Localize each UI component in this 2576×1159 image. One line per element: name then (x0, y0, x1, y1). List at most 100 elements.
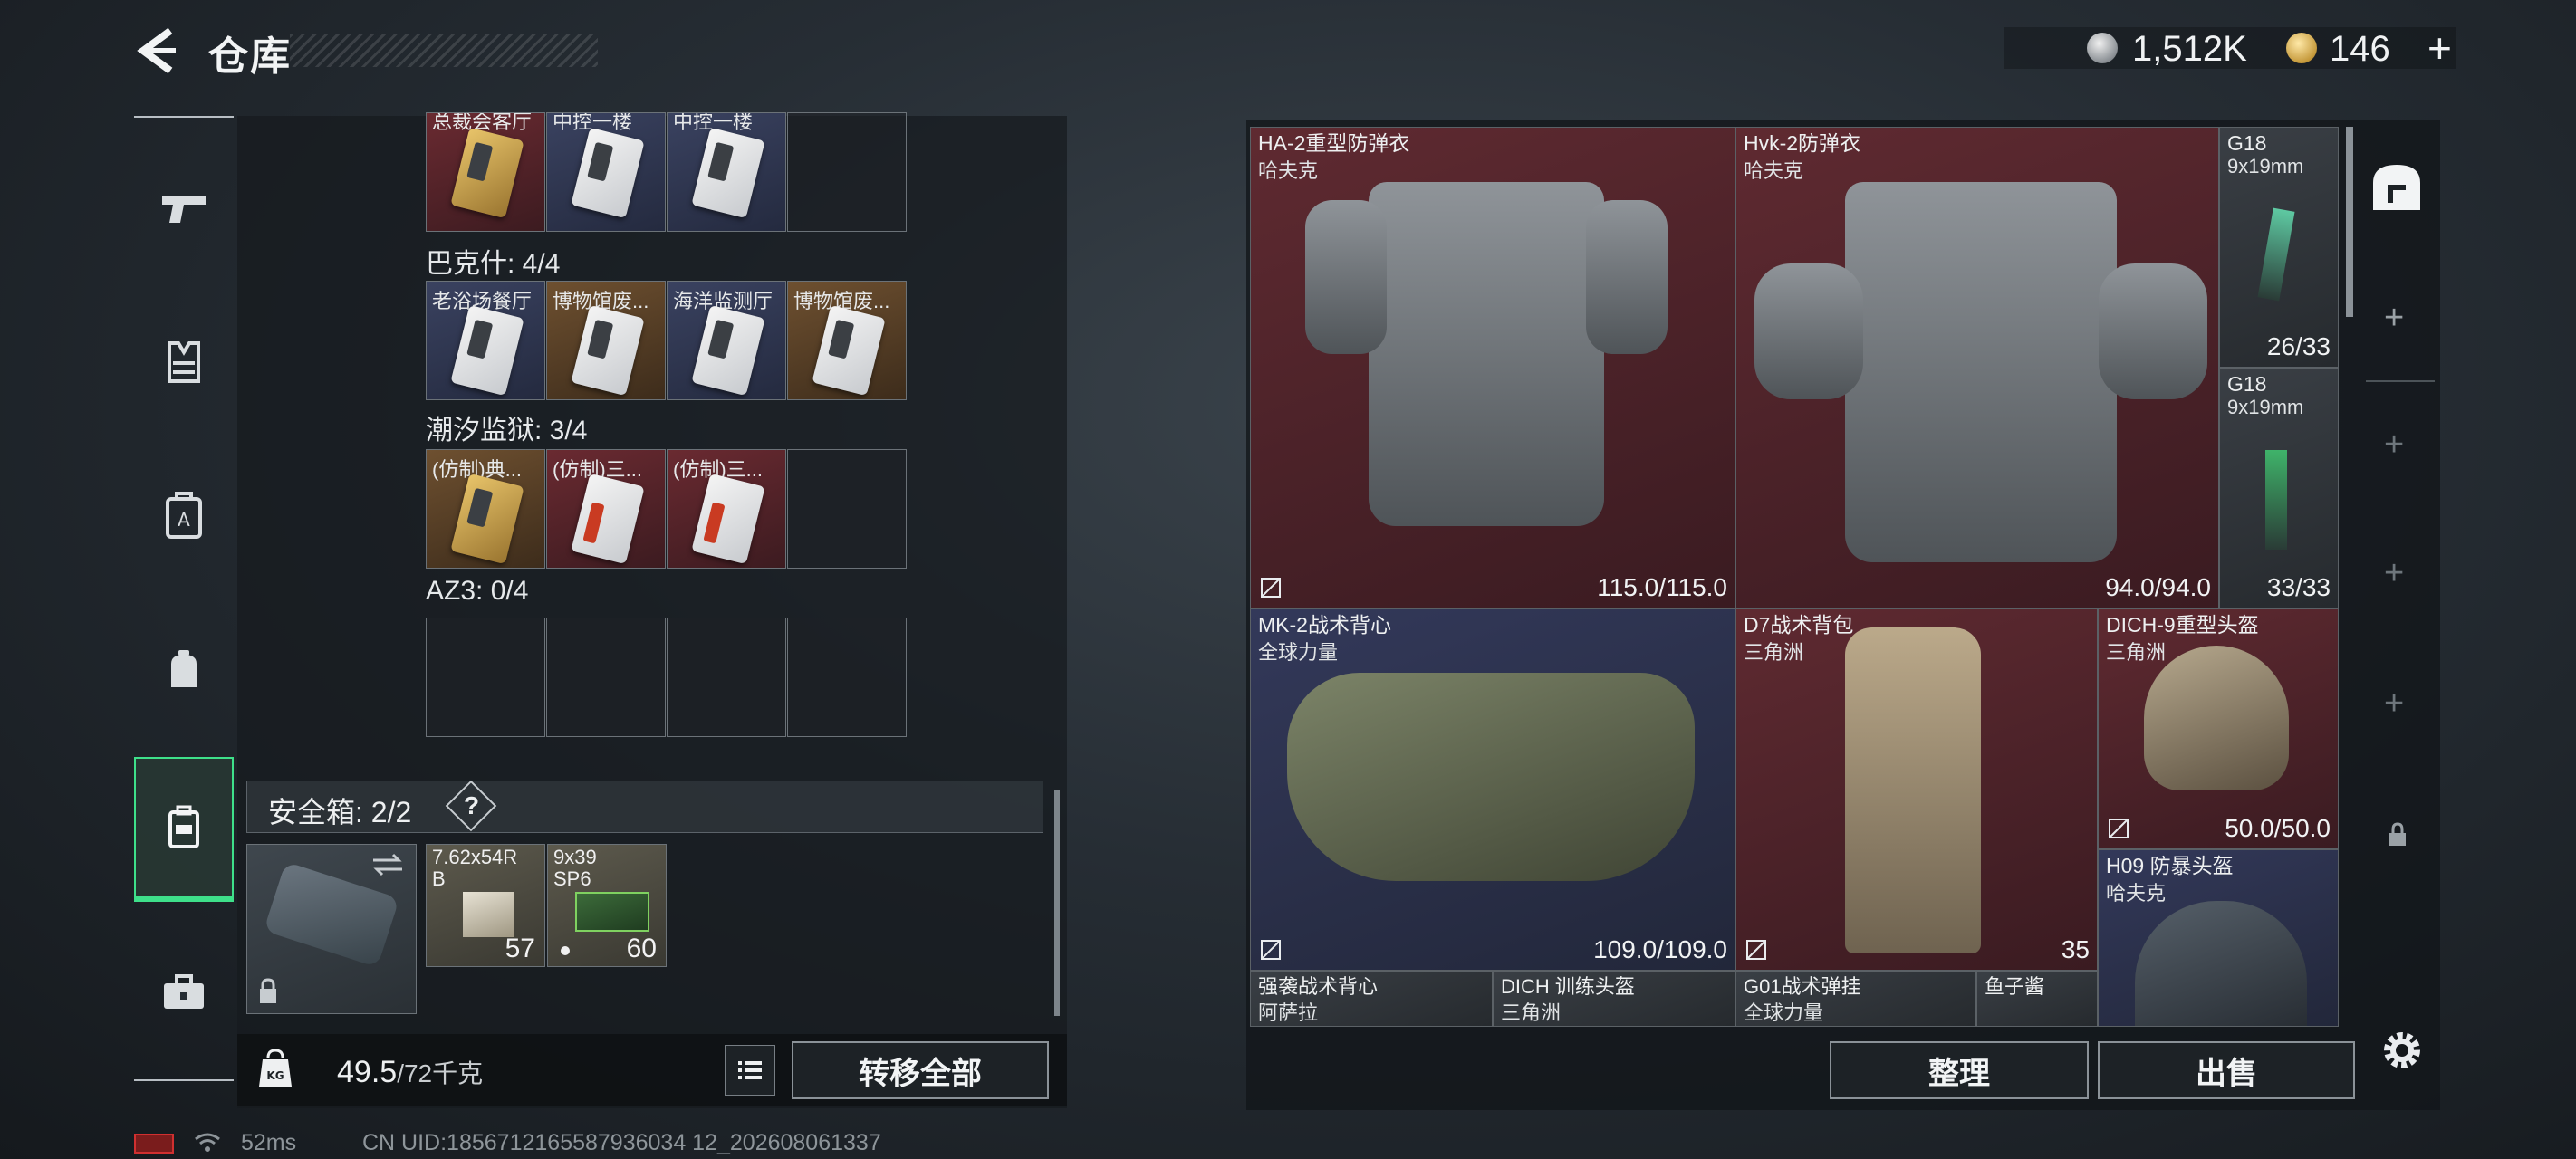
sort-button[interactable]: 整理 (1830, 1041, 2089, 1099)
no-repair-icon (1261, 578, 1281, 598)
keycard-icon (691, 127, 765, 219)
weight-unit: /72千克 (397, 1059, 484, 1087)
back-arrow-icon[interactable] (134, 25, 179, 76)
keycard-group-title: 潮汐监狱: 3/4 (426, 416, 588, 445)
item-name: G18 (2227, 372, 2267, 396)
nav-backpack[interactable] (134, 598, 234, 742)
inventory-item[interactable]: D7战术背包 三角洲 35 (1735, 608, 2098, 971)
keycard-icon (691, 473, 765, 565)
inventory-item[interactable]: 鱼子酱 (1976, 971, 2098, 1027)
inventory-item[interactable]: HA-2重型防弹衣 哈夫克 115.0/115.0 (1250, 127, 1735, 608)
keycard-slot[interactable]: 总裁会客厅 (426, 112, 545, 232)
nav-armor[interactable] (134, 290, 234, 435)
add-stash-button[interactable]: + (2384, 299, 2404, 338)
ammo-slot[interactable]: 7.62x54R B 57 (426, 844, 545, 967)
ammo-box-icon (575, 892, 649, 932)
magazine-image (2257, 207, 2295, 302)
item-name: MK-2战术背心 (1258, 613, 1391, 637)
keycard-row-2: (仿制)典... (仿制)三... (仿制)三... (426, 449, 908, 569)
inventory-item[interactable]: 强袭战术背心 阿萨拉 (1250, 971, 1493, 1027)
inventory-item[interactable]: DICH-9重型头盔 三角洲 50.0/50.0 (2098, 608, 2339, 849)
backpack-icon (171, 650, 197, 687)
keycard-slot[interactable]: 中控一楼 (546, 112, 666, 232)
list-view-button[interactable] (725, 1045, 775, 1096)
armor-shoulder-image (1754, 263, 1863, 399)
keycard-slot[interactable]: 博物馆废... (546, 281, 666, 400)
page-title: 仓库 (208, 34, 292, 79)
keycard-slot[interactable]: 海洋监测厅 (667, 281, 786, 400)
keycard-slot-empty[interactable] (667, 618, 786, 737)
svg-text:KG: KG (266, 1069, 284, 1082)
inventory-item[interactable]: H09 防暴头盔 哈夫克 (2098, 849, 2339, 1027)
keycard-slot-empty[interactable] (426, 618, 545, 737)
settings-gear-icon[interactable] (2375, 1023, 2429, 1078)
inventory-item[interactable]: Hvk-2防弹衣 哈夫克 94.0/94.0 (1735, 127, 2219, 608)
item-durability: 26/33 (2266, 332, 2331, 360)
inventory-item[interactable]: MK-2战术背心 全球力量 109.0/109.0 (1250, 608, 1735, 971)
item-maker: 9x19mm (2227, 396, 2304, 418)
ammo-slot[interactable]: 9x39 SP6 60 (547, 844, 667, 967)
nav-toolbox[interactable] (134, 920, 234, 1065)
keycard-slot[interactable]: 中控一楼 (667, 112, 786, 232)
armor-image (1369, 182, 1604, 526)
armor-shoulder-image (2099, 263, 2207, 399)
add-stash-button[interactable]: + (2384, 685, 2404, 723)
keycard-icon (571, 127, 645, 219)
armor-vest-icon (168, 341, 200, 383)
inventory-item[interactable]: G18 9x19mm 33/33 (2219, 368, 2339, 608)
safe-box-title: 安全箱: 2/2 (268, 796, 412, 829)
keycard-slot[interactable]: (仿制)典... (426, 449, 545, 569)
keycard-slot[interactable]: 博物馆废... (787, 281, 907, 400)
ammo-name-sub: B (432, 867, 446, 890)
ammo-name: 7.62x54R (432, 846, 518, 868)
silver-coin-icon (2087, 33, 2118, 63)
wifi-icon (195, 1133, 220, 1152)
item-durability: 33/33 (2266, 573, 2331, 601)
toolbox-icon (164, 974, 204, 1009)
gold-amount: 146 (2330, 29, 2390, 69)
keycard-slot-empty[interactable] (546, 618, 666, 737)
keycard-icon (450, 304, 524, 397)
keycard-slot-empty[interactable] (787, 449, 907, 569)
item-maker: 9x19mm (2227, 155, 2304, 177)
keycard-slot-empty[interactable] (787, 112, 907, 232)
safe-box-icon (168, 805, 199, 848)
weight-icon: KG (259, 1049, 292, 1087)
keycard-icon (691, 304, 765, 397)
inventory-item[interactable]: DICH 训练头盔 三角洲 (1493, 971, 1735, 1027)
inventory-item[interactable]: G01战术弹挂 全球力量 (1735, 971, 1976, 1027)
no-repair-icon (1261, 940, 1281, 960)
sell-button[interactable]: 出售 (2098, 1041, 2355, 1099)
left-scrollbar[interactable] (1054, 790, 1060, 1016)
lock-icon (2389, 822, 2406, 846)
keycard-slot[interactable]: 老浴场餐厅 (426, 281, 545, 400)
item-maker: 三角洲 (1501, 1001, 1562, 1024)
stash-icon[interactable] (2368, 159, 2426, 217)
transfer-all-button[interactable]: 转移全部 (792, 1041, 1049, 1099)
keycard-icon (571, 473, 645, 565)
helmet-image (2144, 646, 2289, 790)
item-name: DICH-9重型头盔 (2106, 613, 2259, 637)
item-durability: 94.0/94.0 (2105, 573, 2211, 601)
add-currency-button[interactable]: + (2427, 24, 2452, 72)
keycard-slot[interactable]: (仿制)三... (546, 449, 666, 569)
add-stash-button[interactable]: + (2384, 554, 2404, 593)
item-maker: 全球力量 (1258, 641, 1339, 664)
keycard-slot[interactable]: (仿制)三... (667, 449, 786, 569)
item-maker: 哈夫克 (2106, 882, 2167, 905)
keycard-icon (571, 304, 645, 397)
item-maker: 三角洲 (2106, 641, 2167, 664)
inventory-item[interactable]: G18 9x19mm 26/33 (2219, 127, 2339, 368)
item-durability: 115.0/115.0 (1597, 573, 1727, 601)
chest-rig-icon: A (166, 492, 202, 539)
add-stash-button[interactable]: + (2384, 426, 2404, 465)
swap-icon[interactable] (370, 851, 406, 878)
nav-chest-rig[interactable]: A (134, 444, 234, 589)
item-durability: 50.0/50.0 (2225, 814, 2331, 842)
item-maker: 阿萨拉 (1258, 1001, 1319, 1024)
nav-safe-box[interactable] (134, 757, 234, 902)
keycard-slot-empty[interactable] (787, 618, 907, 737)
right-scrollbar[interactable] (2346, 127, 2353, 317)
ammo-count: 60 (626, 934, 657, 963)
nav-weapons[interactable] (134, 136, 234, 281)
